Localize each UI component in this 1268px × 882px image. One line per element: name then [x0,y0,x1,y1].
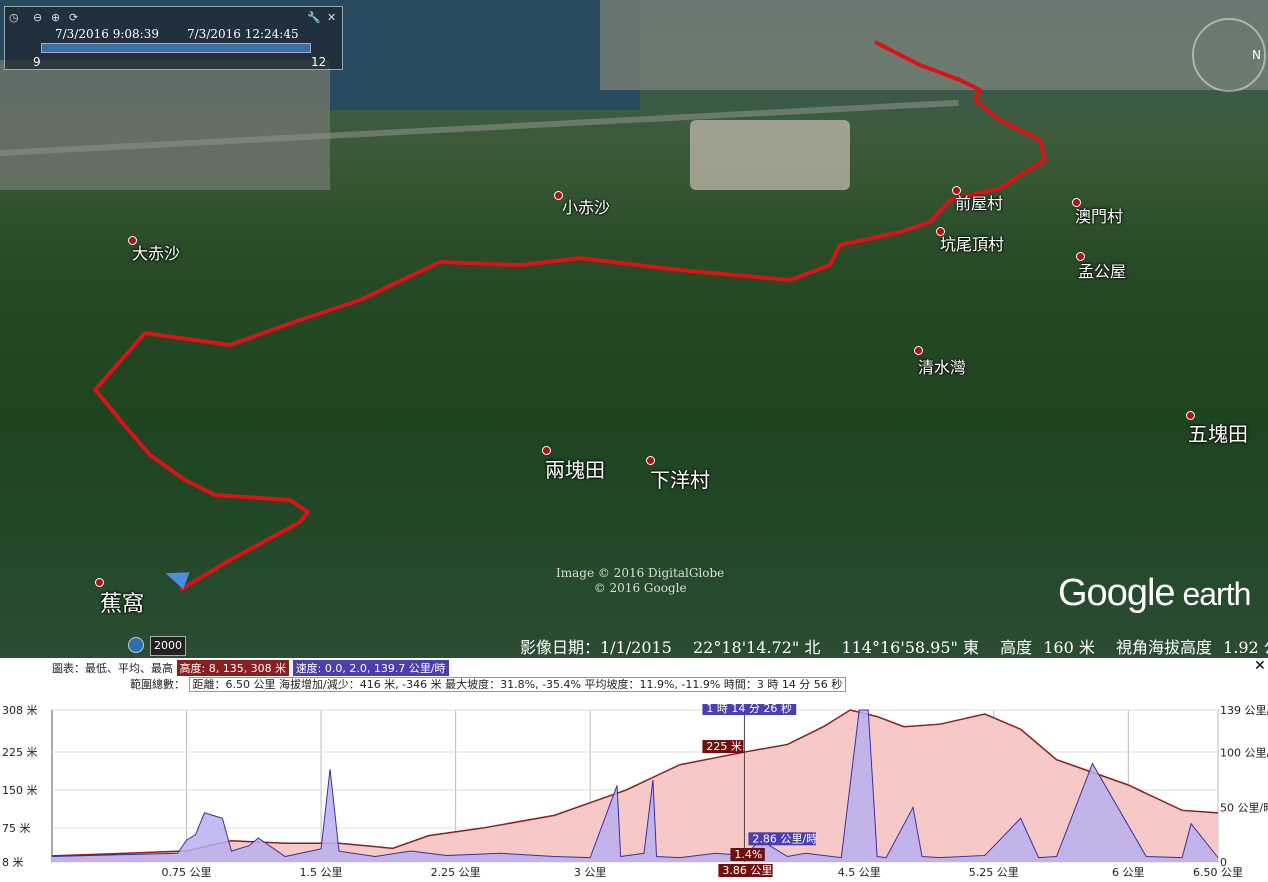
place-tai-chik-sha: 大赤沙 [132,244,181,263]
cursor-distance-label: 3.86 公里 [722,864,772,877]
cursor-time-label: 1 時 14 分 26 秒 [706,704,791,715]
copyright-line-2: © 2016 Google [593,581,687,595]
time-slider-panel: ◷ ⊖ ⊕ ⟳ 🔧 ✕ 7/3/2016 9:08:39 7/3/2016 12… [4,6,343,70]
range-summary: 距離：6.50 公里 海拔增加/減少：416 米, -346 米 最大坡度：31… [188,677,847,692]
graph-label: 圖表：最低、平均、最高 [52,662,173,675]
track-line [93,40,1047,592]
elevation-value: 160 米 [1043,638,1095,657]
elevation-chart[interactable]: 0.75 公里 1.5 公里 2.25 公里 3 公里 4.5 公里 5.25 公里 6 公… [0,704,1268,882]
left-y-tick-label: 8 米 [2,856,24,869]
right-y-tick-label: 139 公里/時 [1220,704,1268,717]
place-ha-yeung-tsuen: 下洋村 [650,468,710,492]
google-earth-logo: Google earth [1058,572,1251,615]
image-date: 影像日期：1/1/2015 [520,638,672,657]
speed-stat-pill[interactable]: 速度: 0.0, 2.0, 139.7 公里/時 [292,660,449,676]
close-profile-button[interactable]: ✕ [1254,658,1266,674]
x-tick-label: 3 公里 [574,866,607,879]
latitude: 22°18'14.72" 北 [692,638,821,657]
settings-icon[interactable]: ⟳ [69,11,78,24]
place-leung-fai-tin: 兩塊田 [545,458,605,482]
x-tick-label: 4.5 公里 [838,866,881,879]
right-y-tick-label: 100 公里/時 [1220,747,1268,760]
cursor-speed-label: 2.86 公里/時 [752,832,817,845]
copyright-line-1: Image © 2016 DigitalGlobe [556,566,725,580]
range-total-label: 範圍總數： [130,678,185,691]
imagery-copyright: Image © 2016 DigitalGlobe © 2016 Google [556,566,724,596]
place-hang-mei-teng: 坑尾頂村 [940,235,1005,254]
place-mang-kung-uk: 孟公屋 [1078,262,1127,281]
profile-row1: 圖表：最低、平均、最高 高度: 8, 135, 308 米 速度: 0.0, 2… [52,660,449,676]
place-tsiu-wo: 蕉窩 [100,592,145,617]
cursor-grade-label: 1.4% [734,848,762,861]
place-ng-fai-tin: 五塊田 [1188,422,1248,446]
navigation-compass[interactable]: N [1192,18,1266,92]
x-tick-label: 6 公里 [1112,866,1145,879]
historical-imagery-icon[interactable] [128,637,144,653]
elevation-stat-pill[interactable]: 高度: 8, 135, 308 米 [176,660,290,676]
map-view[interactable]: 小赤沙 大赤沙 前屋村 澳門村 坑尾頂村 孟公屋 清水灣 兩塊田 下洋村 五塊田… [0,0,1268,658]
clock-icon[interactable]: ◷ [9,11,19,24]
eye-alt-value: 1.92 公里 [1223,638,1268,657]
logo-earth: earth [1174,576,1251,612]
close-icon[interactable]: ✕ [327,11,336,24]
x-tick-label: 0.75 公里 [162,866,212,879]
longitude: 114°16'58.95" 東 [841,638,979,657]
gps-track [93,40,1047,592]
cursor-elev-label: 225 米 [706,740,742,753]
place-clear-water-bay: 清水灣 [918,358,967,377]
x-tick-label: 5.25 公里 [969,866,1019,879]
eye-alt-label: 視角海拔高度 [1115,638,1212,657]
wrench-icon[interactable]: 🔧 [307,11,321,24]
left-y-tick-label: 75 米 [2,822,31,835]
status-bar: 影像日期：1/1/2015 22°18'14.72" 北 114°16'58.9… [520,634,1268,658]
right-y-tick-label: 50 公里/時 [1220,801,1268,814]
left-y-tick-label: 150 米 [2,784,38,797]
left-y-tick-label: 308 米 [2,704,38,717]
x-tick-label: 6.50 公里 [1193,866,1243,879]
place-ou-mun-tsuen: 澳門村 [1075,207,1124,226]
right-y-tick-label: 0 [1220,856,1227,869]
time-slider-track[interactable] [41,43,311,53]
altitude-badge: 2000 [150,636,186,656]
slider-left-num: 9 [33,55,41,69]
elevation-label: 高度 [1000,638,1033,657]
x-tick-label: 2.25 公里 [431,866,481,879]
slider-right-num: 12 [311,55,327,69]
profile-row2: 範圍總數： 距離：6.50 公里 海拔增加/減少：416 米, -346 米 最… [130,676,847,692]
logo-google: Google [1058,572,1176,614]
x-tick-label: 1.5 公里 [300,866,343,879]
elevation-profile-panel: 圖表：最低、平均、最高 高度: 8, 135, 308 米 速度: 0.0, 2… [0,658,1268,882]
zoom-out-icon[interactable]: ⊖ [33,11,42,24]
time-start: 7/3/2016 9:08:39 [55,27,159,41]
compass-north-label: N [1252,48,1261,62]
left-y-tick-label: 225 米 [2,746,38,759]
place-siu-chik-sha: 小赤沙 [562,198,611,217]
zoom-in-icon[interactable]: ⊕ [51,11,60,24]
time-end: 7/3/2016 12:24:45 [187,27,299,41]
place-tsin-uk-tsuen: 前屋村 [955,194,1004,213]
